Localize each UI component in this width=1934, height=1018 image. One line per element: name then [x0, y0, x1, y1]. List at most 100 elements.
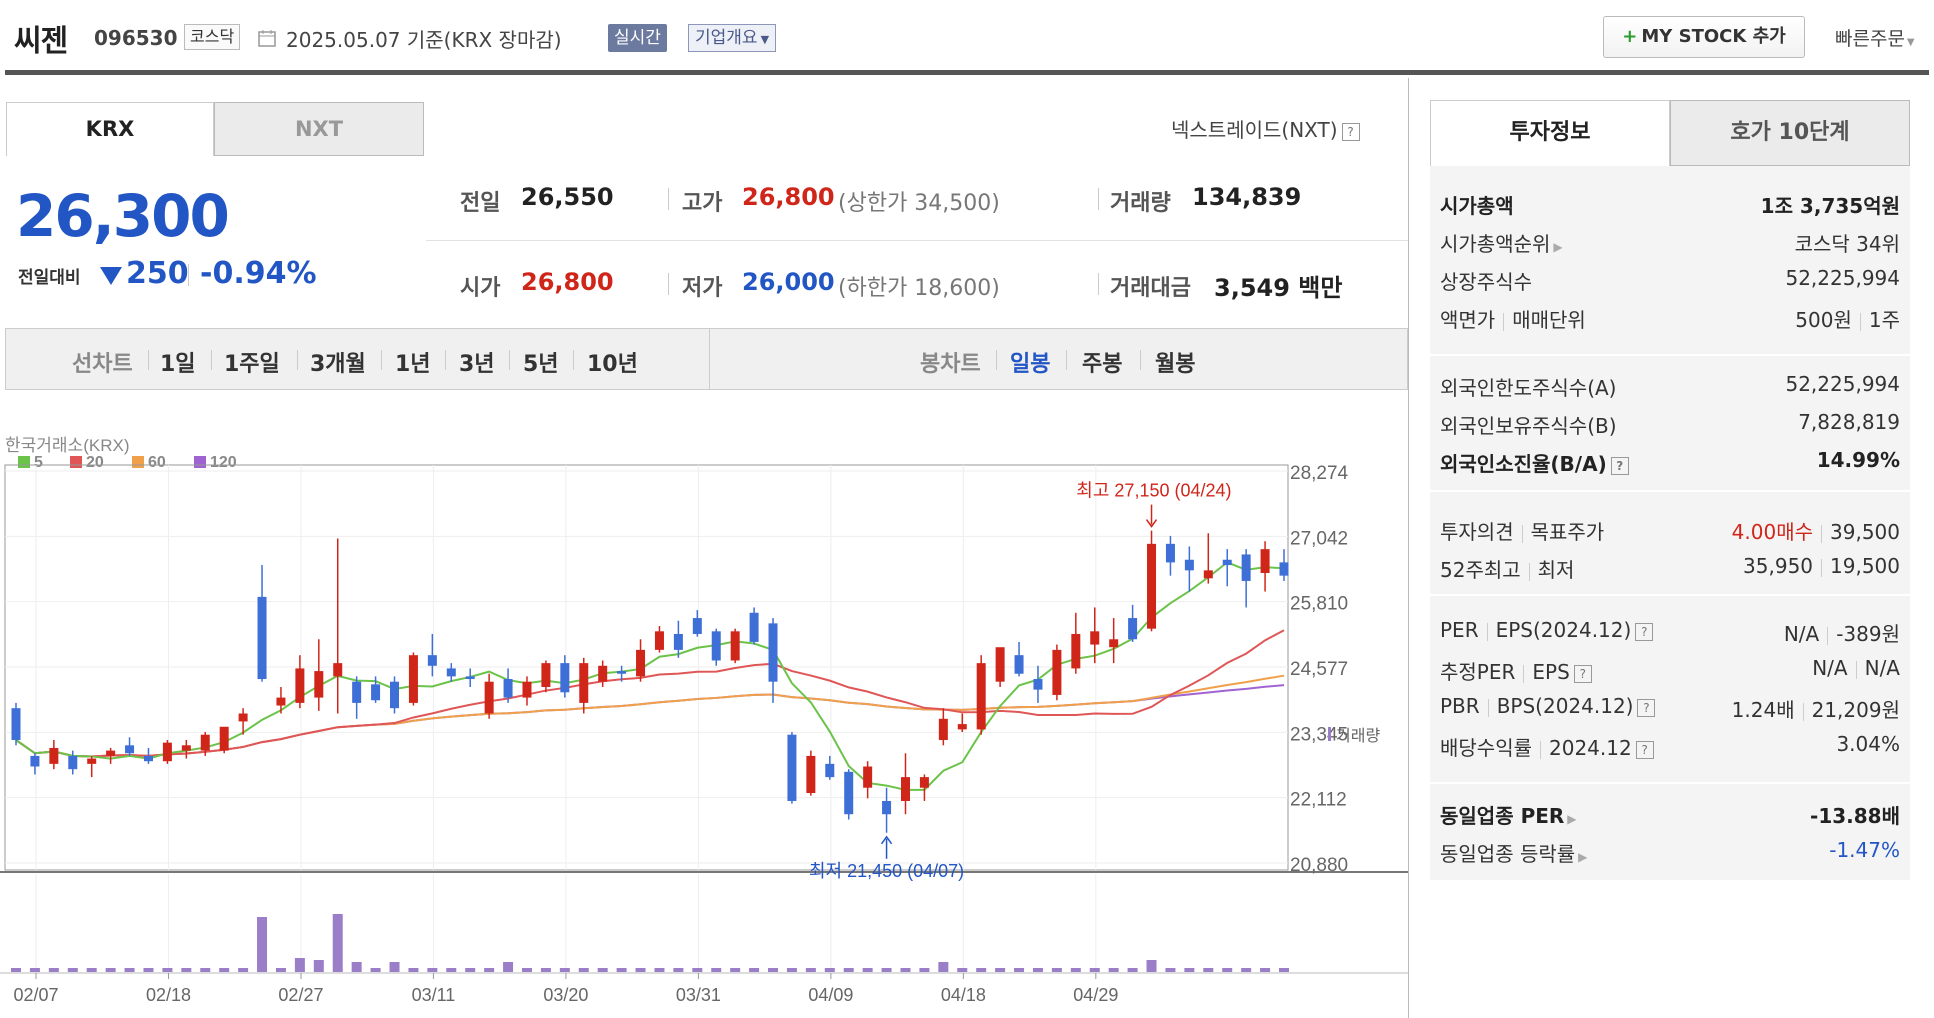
- volume-value: 134,839: [1192, 183, 1302, 211]
- candle-body: [654, 631, 664, 650]
- foreign-rate-text: 외국인소진율(B/A): [1440, 452, 1607, 476]
- volume-bar: [938, 962, 949, 972]
- volume-bar: [824, 968, 835, 972]
- volume-bar: [484, 968, 495, 972]
- candle-body: [1090, 631, 1100, 645]
- industry-per-label[interactable]: 동일업종 PER ▶: [1440, 800, 1577, 829]
- my-stock-add-button[interactable]: + MY STOCK 추가: [1603, 16, 1805, 58]
- period-1y[interactable]: 1년: [395, 346, 431, 378]
- volume-bar: [1165, 968, 1176, 972]
- period-5y[interactable]: 5년: [523, 346, 559, 378]
- candle-body: [957, 724, 967, 730]
- candle-body: [465, 676, 475, 680]
- volume-bar: [313, 960, 324, 972]
- candle-body: [1203, 570, 1213, 579]
- tab-orderbook[interactable]: 호가 10단계: [1670, 100, 1910, 166]
- volume-bar: [881, 968, 892, 972]
- chevron-down-icon: ▼: [1906, 37, 1915, 48]
- corp-overview-dropdown[interactable]: 기업개요 ▼: [688, 24, 777, 52]
- divider: [1821, 558, 1823, 577]
- trade-unit-label: 매매단위: [1512, 308, 1586, 332]
- amount-label: 거래대금: [1110, 276, 1191, 301]
- period-3y[interactable]: 3년: [459, 346, 495, 378]
- dividend-date-text: 2024.12: [1549, 736, 1632, 760]
- candle-body: [900, 777, 910, 801]
- foreign-rate-label: 외국인소진율(B/A)?: [1440, 448, 1629, 477]
- period-3m[interactable]: 3개월: [310, 346, 366, 378]
- period-weekly[interactable]: 주봉: [1082, 346, 1122, 378]
- volume-bar: [635, 968, 646, 972]
- volume-bar: [162, 968, 173, 972]
- candle-chart-label: 봉차트: [920, 352, 981, 377]
- industry-change-label[interactable]: 동일업종 등락률 ▶: [1440, 838, 1587, 867]
- volume-bar: [1051, 968, 1062, 972]
- period-1w[interactable]: 1주일: [224, 346, 280, 378]
- period-daily[interactable]: 일봉: [1010, 346, 1050, 378]
- volume-bar: [749, 968, 760, 972]
- volume-bar: [124, 968, 135, 972]
- divider: [1528, 562, 1530, 581]
- candle-body: [863, 766, 873, 788]
- pbr-label: PBR BPS(2024.12)?: [1440, 694, 1656, 718]
- y-tick-label: 20,880: [1290, 855, 1348, 876]
- volume-bar: [1279, 968, 1289, 972]
- par-value-value: 500원 1주: [1795, 304, 1900, 333]
- realtime-button[interactable]: 실시간: [608, 24, 667, 52]
- divider: [668, 273, 669, 295]
- volume-bar: [768, 968, 779, 972]
- arrow-right-icon: ▶: [1578, 850, 1588, 864]
- volume-bar: [275, 968, 286, 972]
- candle-body: [30, 755, 40, 767]
- volume-bar: [1014, 968, 1025, 972]
- est-per-number: N/A: [1812, 656, 1848, 680]
- tab-invest-info[interactable]: 투자정보: [1430, 100, 1670, 166]
- tab-krx[interactable]: KRX: [6, 102, 214, 156]
- legend-swatch-ma120: [194, 456, 206, 468]
- volume-bar: [351, 962, 362, 972]
- volume-bar: [1127, 968, 1138, 972]
- volume-bar: [786, 968, 797, 972]
- volume-bar: [219, 968, 230, 972]
- est-per-value: N/A N/A: [1812, 656, 1900, 680]
- est-eps-text: EPS: [1532, 660, 1570, 684]
- candle-body: [49, 747, 59, 764]
- quick-order-dropdown[interactable]: 빠른주문 ▼: [1835, 24, 1915, 51]
- candle-body: [995, 647, 1005, 682]
- lower-limit: (하한가 18,600): [838, 276, 1000, 301]
- candlestick-chart[interactable]: 한국거래소(KRX)5 20 60 120 28,274 27,042 25,810 24,5…: [0, 395, 1408, 1018]
- volume-bar: [1089, 968, 1100, 972]
- help-icon[interactable]: ?: [1635, 740, 1654, 759]
- nextrade-link[interactable]: 넥스트레이드(NXT)?: [1171, 114, 1360, 143]
- low-value: 26,000: [742, 268, 835, 296]
- volume-bar: [957, 968, 968, 972]
- help-icon[interactable]: ?: [1635, 622, 1654, 641]
- volume-bar: [86, 968, 97, 972]
- volume-bar: [1184, 968, 1195, 972]
- market-cap-rank-label[interactable]: 시가총액순위 ▶: [1440, 228, 1563, 257]
- divider: [1140, 350, 1141, 370]
- candle-body: [560, 663, 570, 693]
- change-label: 전일대비: [18, 268, 81, 288]
- industry-change-text: 동일업종 등락률: [1440, 842, 1576, 866]
- candle-body: [68, 755, 78, 770]
- help-icon[interactable]: ?: [1341, 122, 1360, 141]
- candle-body: [1279, 562, 1289, 576]
- volume-bar: [294, 958, 305, 972]
- divider: [445, 350, 446, 370]
- volume-bar: [11, 968, 21, 972]
- volume-bar: [843, 968, 854, 972]
- period-1d[interactable]: 1일: [160, 346, 196, 378]
- candle-body: [1260, 549, 1270, 574]
- period-monthly[interactable]: 월봉: [1155, 346, 1195, 378]
- volume-bar: [578, 968, 589, 972]
- help-icon[interactable]: ?: [1573, 664, 1592, 683]
- y-tick-label: 28,274: [1290, 463, 1349, 484]
- help-icon[interactable]: ?: [1610, 456, 1629, 475]
- candle-body: [768, 623, 778, 682]
- candle-body: [711, 631, 721, 661]
- pbr-text: PBR: [1440, 694, 1480, 718]
- period-10y[interactable]: 10년: [587, 346, 638, 378]
- tab-nxt[interactable]: NXT: [214, 102, 424, 156]
- dividend-value: 3.04%: [1836, 732, 1900, 756]
- help-icon[interactable]: ?: [1637, 698, 1656, 717]
